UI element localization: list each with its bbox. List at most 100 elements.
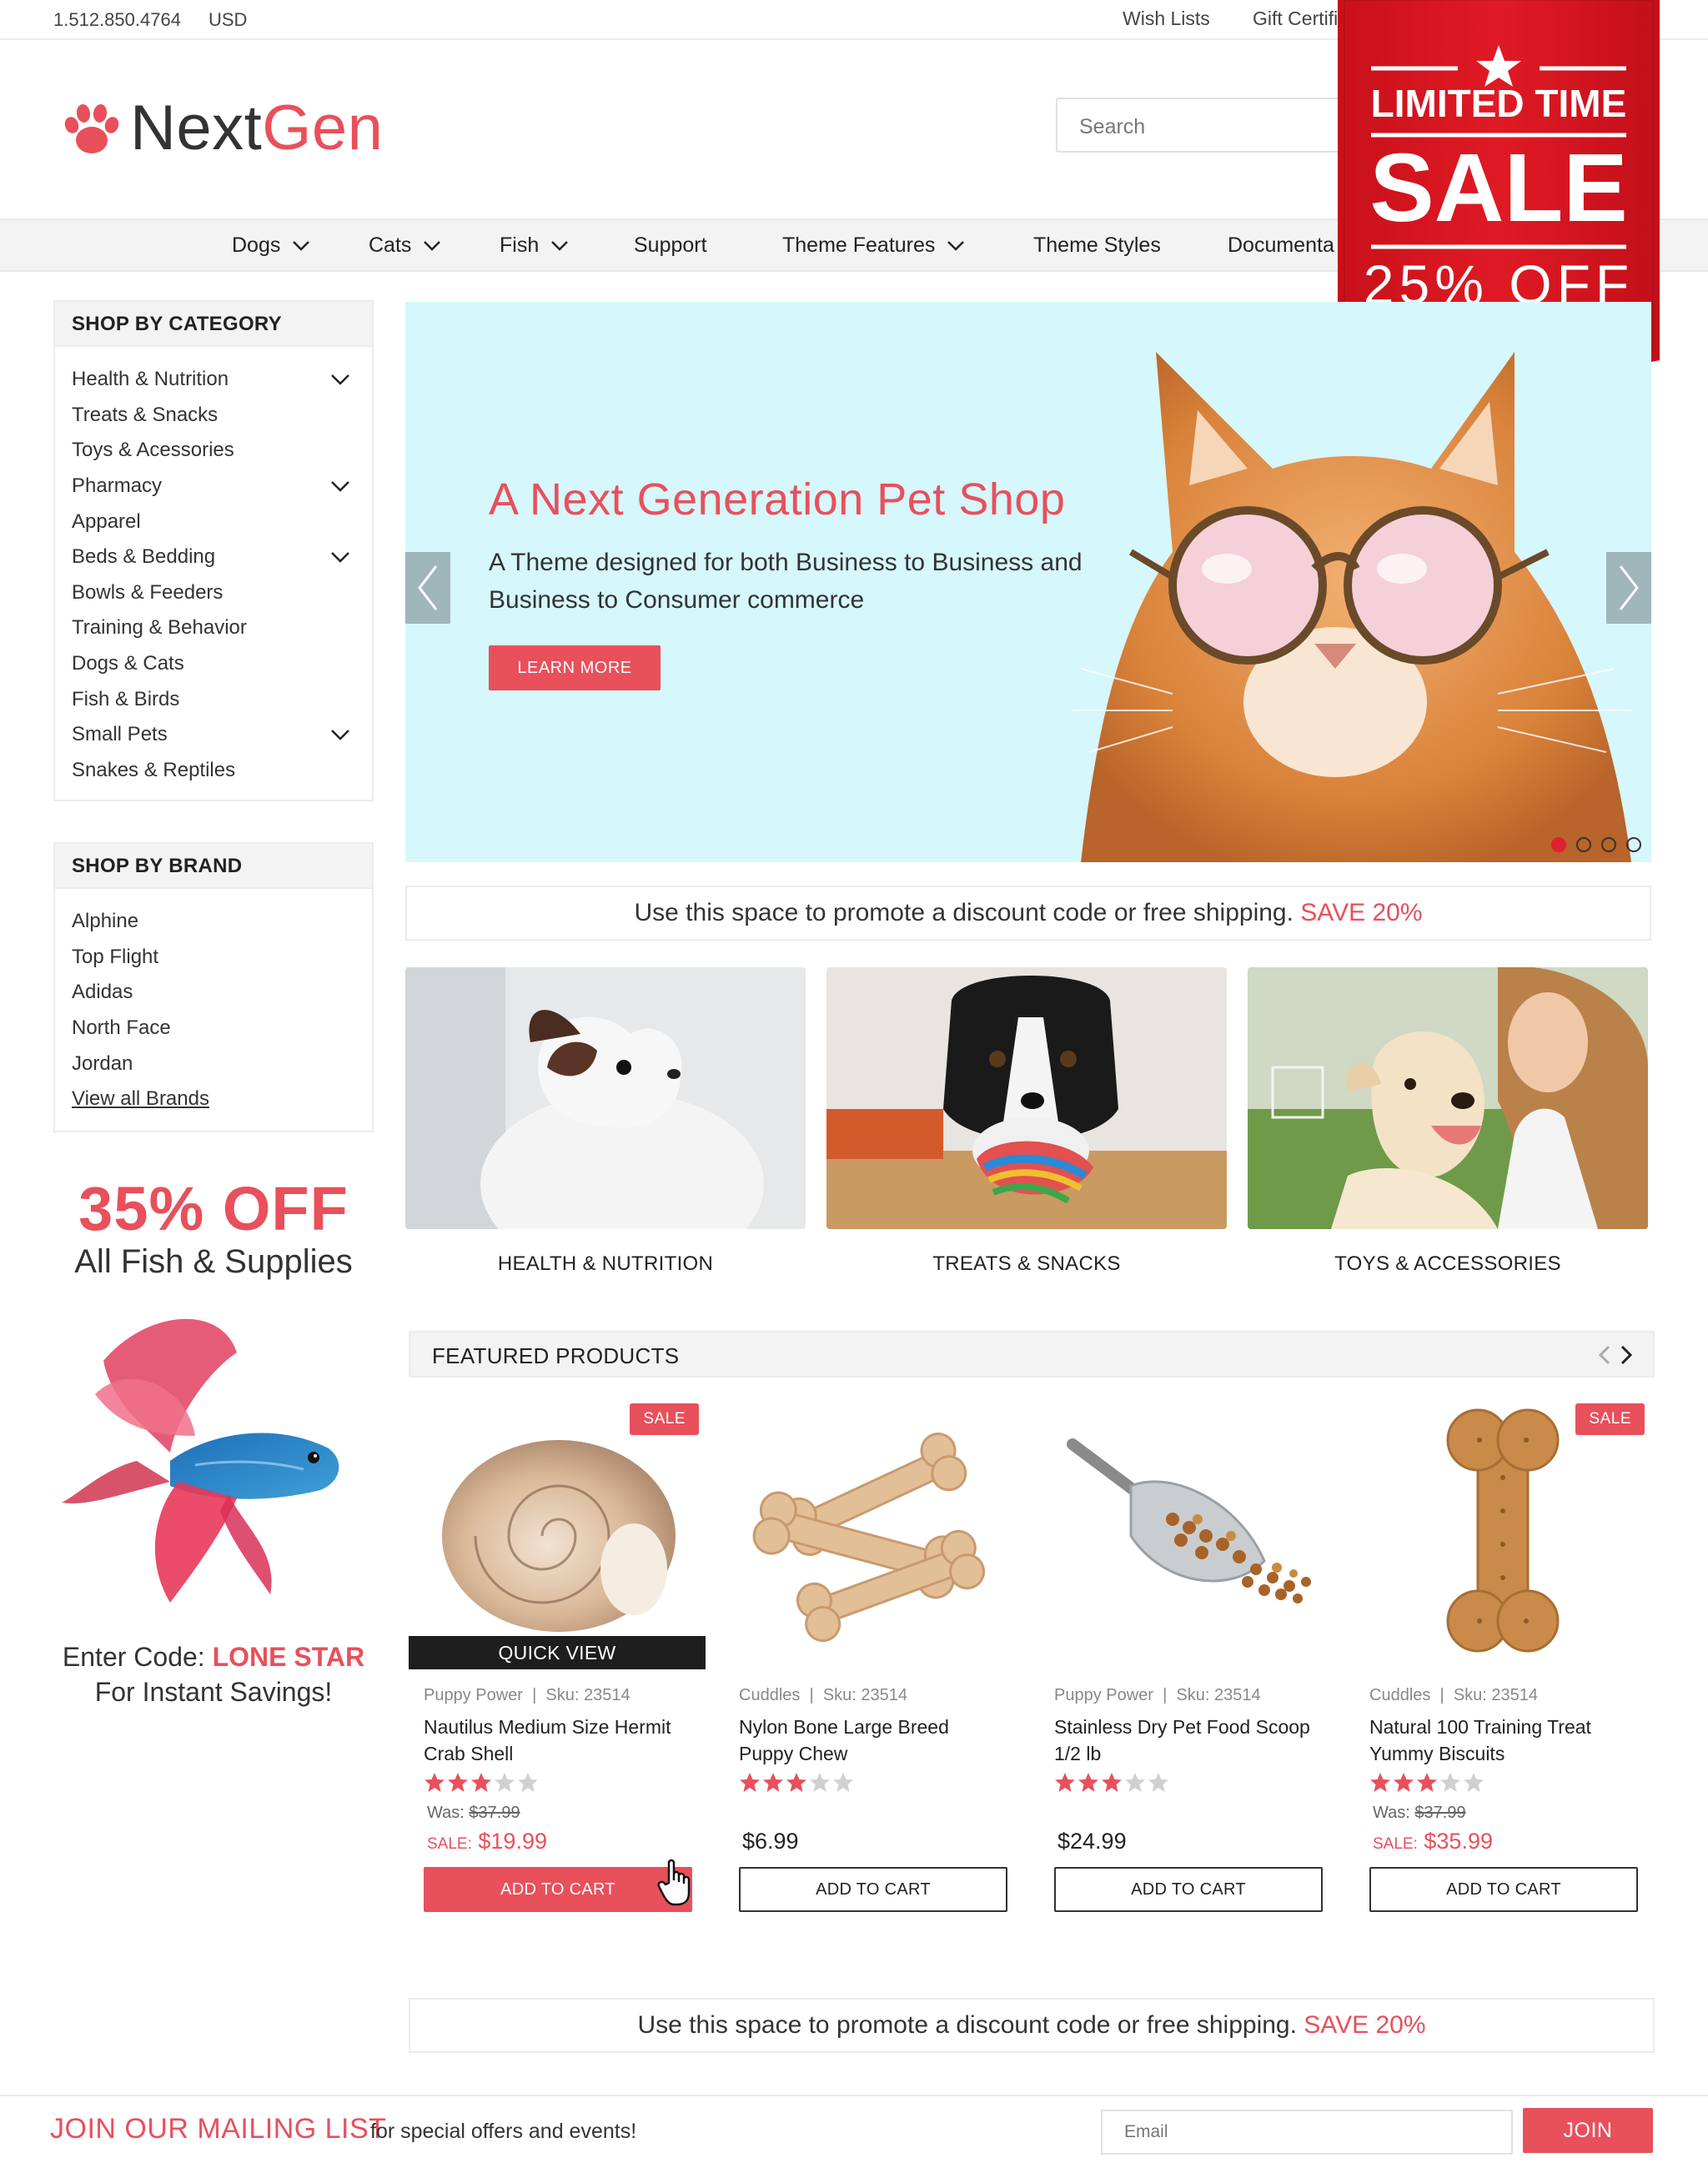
product-brand[interactable]: Cuddles [1369, 1686, 1430, 1704]
brand-item[interactable]: Jordan [55, 1046, 372, 1081]
brand-item[interactable]: North Face [55, 1011, 372, 1046]
add-to-cart-button[interactable]: ADD TO CART [1369, 1867, 1638, 1912]
category-tile-health[interactable]: HEALTH & NUTRITION [405, 967, 806, 1276]
quick-view-button[interactable]: QUICK VIEW [409, 1636, 706, 1669]
category-item[interactable]: Health & Nutrition [55, 362, 372, 398]
product-card[interactable]: Cuddles | Sku: 23514 Nylon Bone Large Br… [724, 1403, 1021, 1912]
rawhide-bones-image [752, 1433, 986, 1643]
was-price: $37.99 [1414, 1804, 1466, 1822]
product-image[interactable]: SALE [1354, 1403, 1651, 1653]
category-item[interactable]: Treats & Snacks [55, 398, 372, 434]
category-item[interactable]: Beds & Bedding [55, 539, 372, 575]
product-sku: Sku: 23514 [822, 1686, 908, 1704]
bone-biscuit-image [1446, 1408, 1560, 1653]
category-tile-toys[interactable]: TOYS & ACCESSORIES [1248, 967, 1648, 1276]
category-item[interactable]: Training & Behavior [55, 610, 372, 646]
product-rating [409, 1772, 706, 1794]
add-to-cart-button[interactable]: ADD TO CART [1054, 1867, 1323, 1912]
chevron-down-icon[interactable] [330, 374, 350, 386]
product-image[interactable] [724, 1403, 1021, 1653]
search-input[interactable]: Search [1056, 98, 1356, 153]
star-empty-icon [1464, 1773, 1484, 1792]
was-label: Was: [1373, 1804, 1410, 1822]
store-logo[interactable]: NextGen [60, 92, 383, 164]
nav-item-support[interactable]: Support [634, 233, 707, 258]
carousel-dot[interactable] [1551, 837, 1566, 852]
nav-item-theme-features[interactable]: Theme Features [782, 233, 965, 258]
product-image[interactable] [1039, 1403, 1336, 1653]
category-item[interactable]: Apparel [55, 504, 372, 539]
nav-item-dogs[interactable]: Dogs [232, 233, 310, 258]
chevron-down-icon[interactable] [330, 729, 350, 741]
product-image[interactable]: SALE QUICK VIEW [409, 1403, 706, 1669]
featured-products-title: FEATURED PRODUCTS [432, 1343, 680, 1368]
product-card[interactable]: Puppy Power | Sku: 23514 Stainless Dry P… [1039, 1403, 1336, 1912]
category-tile-treats[interactable]: TREATS & SNACKS [826, 967, 1227, 1276]
carousel-next-button[interactable] [1606, 552, 1651, 624]
learn-more-button[interactable]: LEARN MORE [489, 645, 661, 690]
betta-fish-image [62, 1318, 339, 1603]
hero-title: A Next Generation Pet Shop [489, 474, 1066, 524]
chevron-right-icon[interactable] [1620, 1344, 1633, 1366]
hero-carousel[interactable]: A Next Generation Pet Shop A Theme desig… [405, 302, 1651, 862]
product-sku: Sku: 23514 [1176, 1686, 1261, 1704]
brand-item[interactable]: Alphine [55, 904, 372, 940]
category-item[interactable]: Toys & Acessories [55, 433, 372, 469]
category-label: Dogs & Cats [72, 652, 184, 675]
product-name[interactable]: Natural 100 Training Treat Yummy Biscuit… [1354, 1714, 1638, 1767]
carousel-dot[interactable] [1576, 837, 1591, 852]
fish-promo-footer: For Instant Savings! [94, 1677, 333, 1707]
view-all-brands-link[interactable]: View all Brands [55, 1081, 372, 1117]
category-item[interactable]: Bowls & Feeders [55, 575, 372, 611]
promo-strip: Use this space to promote a discount cod… [409, 1998, 1655, 2053]
chevron-left-icon [418, 565, 438, 610]
food-scoop-image [1067, 1438, 1311, 1603]
chevron-left-icon[interactable] [1598, 1344, 1611, 1366]
product-name[interactable]: Nautilus Medium Size Hermit Crab Shell [409, 1714, 692, 1767]
carousel-dot[interactable] [1626, 837, 1641, 852]
email-field[interactable] [1101, 2110, 1513, 2155]
nav-item-fish[interactable]: Fish [500, 233, 569, 258]
product-sku: Sku: 23514 [1453, 1686, 1539, 1704]
product-card[interactable]: SALE QUICK VIEW Puppy Power | Sku: 23514… [409, 1403, 706, 1912]
category-item[interactable]: Fish & Birds [55, 681, 372, 717]
category-item[interactable]: Dogs & Cats [55, 646, 372, 682]
promo-highlight: SAVE 20% [1300, 899, 1423, 926]
product-brand[interactable]: Cuddles [739, 1686, 800, 1704]
product-name[interactable]: Nylon Bone Large Breed Puppy Chew [724, 1714, 1007, 1767]
star-filled-icon [1417, 1773, 1437, 1792]
brand-item[interactable]: Adidas [55, 975, 372, 1011]
category-label: Pharmacy [72, 474, 163, 498]
currency-selector[interactable]: USD [208, 9, 247, 31]
add-to-cart-button[interactable]: ADD TO CART [424, 1867, 692, 1912]
product-card[interactable]: SALE Cuddles | Sku: 23514 Natural 100 Tr… [1354, 1403, 1651, 1912]
product-meta: Puppy Power | Sku: 23514 [424, 1686, 630, 1704]
brand-list: Alphine Top Flight Adidas North Face Jor… [55, 889, 372, 1131]
add-to-cart-button[interactable]: ADD TO CART [739, 1867, 1007, 1912]
product-brand[interactable]: Puppy Power [1054, 1686, 1153, 1704]
category-item[interactable]: Small Pets [55, 717, 372, 753]
product-brand[interactable]: Puppy Power [424, 1686, 523, 1704]
join-button[interactable]: JOIN [1523, 2108, 1653, 2153]
star-filled-icon [424, 1773, 445, 1792]
carousel-dot[interactable] [1601, 837, 1616, 852]
fish-promo-banner[interactable]: 35% OFF All Fish & Supplies Enter Code: … [53, 1176, 374, 1709]
nav-item-documentation[interactable]: Documenta [1228, 233, 1334, 258]
logo-text-part2: Gen [262, 93, 384, 163]
chevron-down-icon[interactable] [330, 551, 350, 564]
brand-label: Top Flight [72, 945, 159, 968]
brand-item[interactable]: Top Flight [55, 940, 372, 976]
nav-item-theme-styles[interactable]: Theme Styles [1033, 233, 1161, 258]
wish-lists-link[interactable]: Wish Lists [1123, 8, 1210, 30]
product-name[interactable]: Stainless Dry Pet Food Scoop 1/2 lb [1039, 1714, 1323, 1767]
nav-item-cats[interactable]: Cats [369, 233, 441, 258]
chevron-down-icon[interactable] [330, 480, 350, 493]
carousel-prev-button[interactable] [405, 552, 450, 624]
nav-item-label: Support [634, 233, 707, 257]
category-item[interactable]: Pharmacy [55, 469, 372, 504]
gift-certificates-link[interactable]: Gift Certifi [1253, 8, 1338, 30]
shop-by-category-panel: SHOP BY CATEGORY Health & Nutrition Trea… [53, 300, 374, 802]
phone-number[interactable]: 1.512.850.4764 [53, 9, 181, 31]
category-item[interactable]: Snakes & Reptiles [55, 753, 372, 789]
price-value: $6.99 [742, 1829, 799, 1854]
